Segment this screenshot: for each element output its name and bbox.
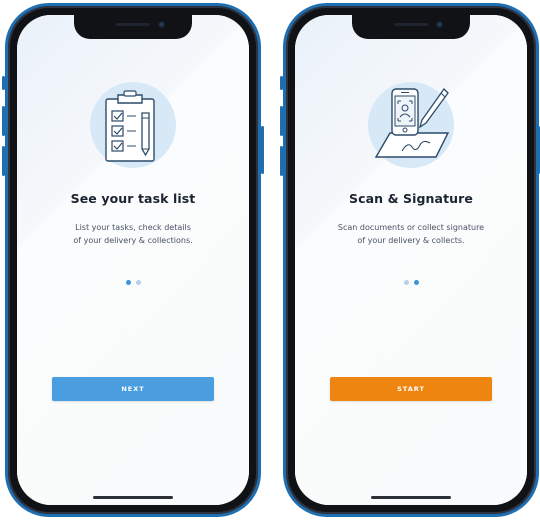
volume-up-button <box>2 106 5 136</box>
phone-frame-1: See your task list List your tasks, chec… <box>2 3 264 517</box>
page-description: Scan documents or collect signature of y… <box>305 221 517 247</box>
description-line: of your delivery & collects. <box>357 236 465 245</box>
description-line: List your tasks, check details <box>75 223 191 232</box>
start-button[interactable]: START <box>330 377 492 401</box>
next-button[interactable]: NEXT <box>52 377 214 401</box>
page-title: Scan & Signature <box>348 191 474 206</box>
onboarding-screen-1: See your task list List your tasks, chec… <box>17 15 249 505</box>
speaker <box>394 23 428 26</box>
page-description: List your tasks, check details of your d… <box>27 221 239 247</box>
pagination-dot-2[interactable] <box>413 280 419 285</box>
pagination-dot-1[interactable] <box>125 280 131 285</box>
pagination-dots <box>295 280 527 285</box>
volume-up-button <box>280 106 283 136</box>
home-indicator[interactable] <box>371 496 451 499</box>
pagination-dot-1[interactable] <box>403 280 409 285</box>
onboarding-screen-2: Scan & Signature Scan documents or colle… <box>295 15 527 505</box>
page-title: See your task list <box>70 191 196 206</box>
notch <box>74 15 192 39</box>
mute-switch <box>280 76 283 90</box>
phone-frame-2: Scan & Signature Scan documents or colle… <box>280 3 540 517</box>
pagination-dots <box>17 280 249 285</box>
notch <box>352 15 470 39</box>
pagination-dot-2[interactable] <box>135 280 141 285</box>
description-line: of your delivery & collections. <box>73 236 193 245</box>
clipboard-checklist-icon <box>78 75 188 175</box>
onboarding-showcase: See your task list List your tasks, chec… <box>0 0 540 520</box>
scan-signature-icon <box>356 75 466 175</box>
mute-switch <box>2 76 5 90</box>
volume-down-button <box>280 146 283 176</box>
home-indicator[interactable] <box>93 496 173 499</box>
speaker <box>116 23 150 26</box>
front-camera <box>436 21 443 28</box>
front-camera <box>158 21 165 28</box>
description-line: Scan documents or collect signature <box>337 223 485 232</box>
volume-down-button <box>2 146 5 176</box>
power-button <box>261 126 264 174</box>
